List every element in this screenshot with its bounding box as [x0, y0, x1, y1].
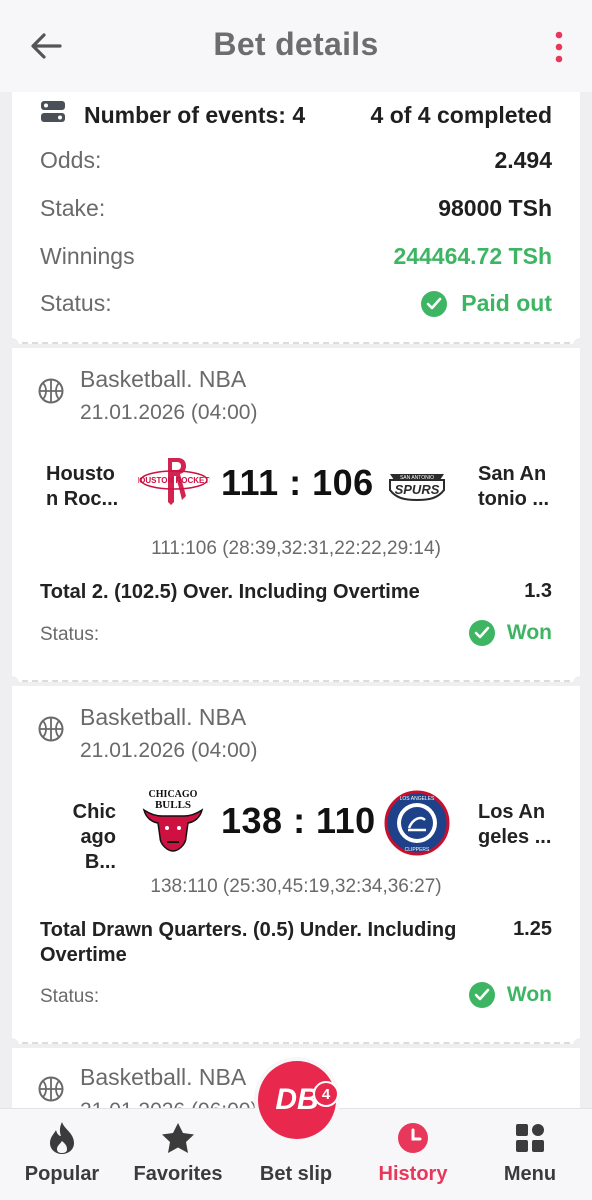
nav-menu-label: Menu	[503, 1163, 557, 1185]
winnings-value: 244464.72 TSh	[393, 243, 552, 269]
nav-menu[interactable]: Menu	[490, 1109, 570, 1200]
chicago-bulls-logo: CHICAGO BULLS	[136, 788, 210, 859]
check-circle-icon	[468, 620, 495, 646]
home-team-name: Chic ago B...	[44, 800, 116, 875]
odds-row: Odds: 2.494	[40, 147, 552, 174]
bet-summary-card: Number of events: 4 4 of 4 completed Odd…	[12, 92, 580, 344]
stake-row: Stake: 98000 TSh	[40, 195, 552, 222]
svg-text:CLIPPERS: CLIPPERS	[405, 847, 430, 853]
odds-label: Odds:	[40, 147, 102, 173]
clock-icon	[396, 1121, 430, 1155]
event-header: Basketball. NBA 21.01.2026 (06:00)	[38, 1064, 257, 1108]
league-name: Basketball. NBA	[80, 1064, 247, 1090]
event-card[interactable]: Basketball. NBA 21.01.2026 (04:00) Houst…	[12, 348, 580, 682]
events-list-icon	[40, 100, 66, 130]
bet-coefficient: 1.25	[513, 918, 552, 940]
nav-history[interactable]: History	[370, 1109, 456, 1200]
bet-market-line: Total 2. (102.5) Over. Including Overtim…	[40, 581, 420, 603]
winnings-row: Winnings 244464.72 TSh	[40, 243, 552, 270]
away-team-name: Los An geles ...	[478, 800, 551, 850]
league-name: Basketball. NBA	[80, 366, 247, 392]
check-circle-icon	[468, 982, 495, 1008]
match-score: 111 : 106	[221, 462, 374, 503]
home-team-name-line: Chic	[72, 801, 116, 823]
events-row: Number of events: 4 4 of 4 completed	[40, 100, 552, 130]
away-team-name-line: tonio ...	[478, 488, 550, 510]
bet-market: Total Drawn Quarters. (0.5) Under. Inclu…	[40, 918, 456, 968]
event-status-label: Status:	[40, 624, 100, 645]
event-status: Won	[468, 620, 552, 646]
event-date: 21.01.2026 (04:00)	[80, 739, 258, 762]
app-bar: Bet details	[0, 0, 592, 92]
brand-logo: DB	[275, 1083, 319, 1116]
event-status-label: Status:	[40, 986, 100, 1007]
away-team-name: San An tonio ...	[478, 462, 549, 512]
event-card[interactable]: Basketball. NBA 21.01.2026 (04:00) Chic …	[12, 686, 580, 1044]
bet-market: Total 2. (102.5) Over. Including Overtim…	[40, 580, 420, 605]
home-team-name: Housto n Roc...	[46, 462, 118, 512]
event-status-value: Won	[506, 983, 552, 1006]
basketball-icon	[38, 1076, 64, 1102]
basketball-icon	[38, 378, 64, 404]
home-team-name-line: n Roc...	[46, 488, 119, 510]
odds-value: 2.494	[494, 147, 552, 173]
home-team-name-line: ago B...	[80, 826, 116, 873]
basketball-icon	[38, 716, 64, 742]
home-team-name-line: Housto	[46, 463, 115, 485]
bet-details-content[interactable]: Number of events: 4 4 of 4 completed Odd…	[0, 92, 592, 1108]
event-status-value: Won	[506, 621, 552, 644]
event-header: Basketball. NBA 21.01.2026 (04:00)	[38, 366, 257, 425]
bet-slip-badge: 4	[313, 1081, 339, 1107]
more-options-icon[interactable]	[552, 30, 566, 64]
nav-history-label: History	[378, 1163, 448, 1185]
svg-text:SPURS: SPURS	[395, 482, 440, 497]
star-icon	[161, 1121, 195, 1155]
grid-icon	[513, 1121, 547, 1155]
stake-value: 98000 TSh	[438, 195, 552, 221]
event-date: 21.01.2026 (06:00)	[38, 1099, 257, 1108]
events-count: Number of events: 4	[84, 101, 306, 128]
svg-text:LOS ANGELES: LOS ANGELES	[400, 796, 435, 802]
la-clippers-logo: LOS ANGELES CLIPPERS	[384, 790, 450, 861]
completed-count: 4 of 4 completed	[370, 101, 552, 128]
check-circle-icon	[421, 290, 448, 317]
svg-text:BULLS: BULLS	[155, 799, 191, 811]
bottom-navigation: DB 4 Popular Favorites Bet slip History …	[0, 1061, 592, 1200]
bet-market-line: Total Drawn Quarters. (0.5) Under. Inclu…	[40, 919, 457, 941]
period-scores: 138:110 (25:30,45:19,32:34,36:27)	[150, 876, 442, 897]
event-date: 21.01.2026 (04:00)	[80, 401, 258, 424]
houston-rockets-logo: HOUSTON ROCKETS	[133, 452, 215, 527]
event-header: Basketball. NBA 21.01.2026 (04:00)	[38, 704, 257, 763]
status-label: Status:	[40, 290, 112, 316]
nav-bet-slip-label: Bet slip	[259, 1163, 333, 1185]
nav-favorites-label: Favorites	[133, 1163, 223, 1185]
away-team-name-line: geles ...	[478, 826, 552, 848]
match-score: 138 : 110	[221, 800, 376, 841]
away-team-name-line: San An	[478, 463, 547, 485]
bet-coefficient: 1.3	[524, 580, 552, 602]
away-team-name-line: Los An	[478, 801, 546, 823]
nav-favorites[interactable]: Favorites	[130, 1109, 226, 1200]
status-row: Status: Paid out	[40, 290, 552, 317]
san-antonio-spurs-logo: SAN ANTONIO SPURS	[384, 460, 450, 513]
status-value: Paid out	[461, 290, 552, 316]
period-scores: 111:106 (28:39,32:31,22:22,29:14)	[151, 538, 441, 559]
flame-icon	[45, 1121, 79, 1155]
stake-label: Stake:	[40, 195, 106, 221]
event-status: Won	[468, 982, 552, 1008]
nav-popular[interactable]: Popular	[20, 1109, 104, 1200]
winnings-label: Winnings	[40, 243, 135, 269]
nav-popular-label: Popular	[24, 1163, 100, 1185]
league-name: Basketball. NBA	[80, 704, 247, 730]
bet-market-line: Overtime	[40, 944, 127, 966]
page-title: Bet details	[213, 26, 379, 62]
